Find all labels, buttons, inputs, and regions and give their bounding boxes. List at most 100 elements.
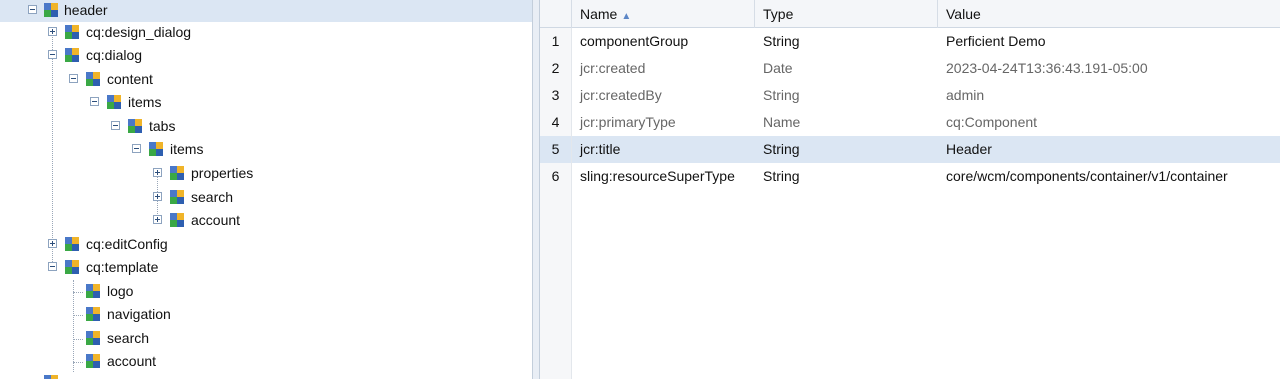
jcr-node-icon bbox=[86, 72, 100, 86]
tree-node-label: items bbox=[128, 94, 162, 110]
row-number-header bbox=[540, 0, 572, 28]
jcr-node-icon bbox=[65, 237, 79, 251]
jcr-node-icon bbox=[170, 213, 184, 227]
property-type[interactable]: String bbox=[763, 33, 800, 49]
tree-node-label: navigation bbox=[107, 306, 171, 322]
expand-icon[interactable] bbox=[153, 168, 162, 177]
property-name[interactable]: componentGroup bbox=[580, 33, 688, 49]
tree-node-account[interactable]: account bbox=[0, 210, 532, 232]
tree-node-label: search bbox=[191, 189, 234, 205]
tree-node-label: cq:template bbox=[86, 259, 159, 275]
tree-node-header[interactable]: header bbox=[0, 0, 532, 22]
tree-node-content[interactable]: content bbox=[0, 69, 532, 91]
table-row[interactable]: 3 jcr:createdBy String admin bbox=[540, 82, 1280, 109]
row-number: 2 bbox=[540, 55, 572, 82]
jcr-node-icon bbox=[65, 260, 79, 274]
row-number: 4 bbox=[540, 109, 572, 136]
tree-node-search[interactable]: search bbox=[0, 328, 532, 350]
jcr-node-icon bbox=[65, 48, 79, 62]
expand-icon[interactable] bbox=[153, 192, 162, 201]
table-row[interactable]: 4 jcr:primaryType Name cq:Component bbox=[540, 109, 1280, 136]
sort-ascending-icon: ▲ bbox=[621, 11, 632, 22]
jcr-node-icon bbox=[170, 166, 184, 180]
tree-node-label: cq:editConfig bbox=[86, 236, 168, 252]
tree-node-label: account bbox=[191, 212, 241, 228]
property-value[interactable]: Perficient Demo bbox=[946, 33, 1046, 49]
property-type[interactable]: String bbox=[763, 168, 800, 184]
tree-node-label: header bbox=[64, 2, 108, 18]
jcr-node-icon bbox=[128, 119, 142, 133]
jcr-node-icon bbox=[44, 3, 58, 17]
tree-node-items[interactable]: items bbox=[0, 92, 532, 114]
collapse-icon[interactable] bbox=[111, 121, 120, 130]
tree-node-label: account bbox=[107, 353, 157, 369]
property-name[interactable]: sling:resourceSuperType bbox=[580, 168, 735, 184]
tree-node-label: cq:design_dialog bbox=[86, 24, 192, 40]
repository-tree[interactable]: header cq:design_dialog cq:dialog conten… bbox=[0, 0, 532, 379]
column-header-label: Name bbox=[580, 6, 618, 22]
jcr-node-icon bbox=[107, 95, 121, 109]
jcr-node-icon bbox=[86, 354, 100, 368]
grid-header: Name ▲ Type Value bbox=[540, 0, 1280, 28]
column-header-value[interactable]: Value bbox=[938, 0, 1280, 28]
property-name[interactable]: jcr:created bbox=[580, 60, 645, 76]
collapse-icon[interactable] bbox=[48, 50, 57, 59]
jcr-node-icon bbox=[86, 331, 100, 345]
tree-node-cq-template[interactable]: cq:template bbox=[0, 257, 532, 279]
tree-node-label: cq:dialog bbox=[86, 47, 143, 63]
row-number: 3 bbox=[540, 82, 572, 109]
collapse-icon[interactable] bbox=[69, 74, 78, 83]
jcr-node-icon bbox=[170, 190, 184, 204]
property-name[interactable]: jcr:primaryType bbox=[580, 114, 676, 130]
jcr-node-icon bbox=[86, 307, 100, 321]
tree-node-items[interactable]: items bbox=[0, 139, 532, 161]
tree-node-search[interactable]: search bbox=[0, 187, 532, 209]
table-row[interactable]: 6 sling:resourceSuperType String core/wc… bbox=[540, 163, 1280, 190]
collapse-icon[interactable] bbox=[48, 262, 57, 271]
property-value[interactable]: Header bbox=[946, 141, 992, 157]
tree-node-label: properties bbox=[191, 165, 254, 181]
column-header-label: Value bbox=[946, 6, 981, 22]
collapse-icon[interactable] bbox=[90, 97, 99, 106]
collapse-icon[interactable] bbox=[132, 144, 141, 153]
property-value[interactable]: admin bbox=[946, 87, 984, 103]
column-header-name[interactable]: Name ▲ bbox=[572, 0, 755, 28]
collapse-icon[interactable] bbox=[28, 5, 37, 14]
row-number: 6 bbox=[540, 163, 572, 190]
table-row[interactable]: 1 componentGroup String Perficient Demo bbox=[540, 28, 1280, 55]
property-type[interactable]: String bbox=[763, 87, 800, 103]
property-type[interactable]: Name bbox=[763, 114, 800, 130]
panel-splitter[interactable] bbox=[532, 0, 540, 379]
tree-node-cq-dialog[interactable]: cq:dialog bbox=[0, 45, 532, 67]
crxde-window: header cq:design_dialog cq:dialog conten… bbox=[0, 0, 1280, 379]
tree-node-label: search bbox=[107, 330, 150, 346]
column-header-label: Type bbox=[763, 6, 794, 22]
tree-node-cq-editconfig[interactable]: cq:editConfig bbox=[0, 234, 532, 256]
property-value[interactable]: 2023-04-24T13:36:43.191-05:00 bbox=[946, 60, 1148, 76]
column-header-type[interactable]: Type bbox=[755, 0, 938, 28]
tree-node-account[interactable]: account bbox=[0, 351, 532, 373]
row-number: 1 bbox=[540, 28, 572, 55]
property-type[interactable]: Date bbox=[763, 60, 793, 76]
jcr-node-icon bbox=[149, 142, 163, 156]
table-row[interactable]: 5 jcr:title String Header bbox=[540, 136, 1280, 163]
tree-node-cq-design-dialog[interactable]: cq:design_dialog bbox=[0, 22, 532, 44]
expand-icon[interactable] bbox=[48, 239, 57, 248]
tree-node-logo[interactable]: logo bbox=[0, 281, 532, 303]
property-name[interactable]: jcr:title bbox=[580, 141, 620, 157]
tree-node-label: content bbox=[107, 71, 153, 87]
tree-node-tabs[interactable]: tabs bbox=[0, 116, 532, 138]
tree-node-label: items bbox=[170, 141, 204, 157]
row-number: 5 bbox=[540, 136, 572, 163]
expand-icon[interactable] bbox=[48, 27, 57, 36]
table-row[interactable]: 2 jcr:created Date 2023-04-24T13:36:43.1… bbox=[540, 55, 1280, 82]
tree-node-properties[interactable]: properties bbox=[0, 163, 532, 185]
properties-grid[interactable]: Name ▲ Type Value 1 componentGroup String… bbox=[540, 0, 1280, 379]
tree-node-navigation[interactable]: navigation bbox=[0, 304, 532, 326]
property-value[interactable]: cq:Component bbox=[946, 114, 1037, 130]
jcr-node-icon bbox=[86, 284, 100, 298]
property-value[interactable]: core/wcm/components/container/v1/contain… bbox=[946, 168, 1228, 184]
property-name[interactable]: jcr:createdBy bbox=[580, 87, 662, 103]
property-type[interactable]: String bbox=[763, 141, 800, 157]
expand-icon[interactable] bbox=[153, 215, 162, 224]
